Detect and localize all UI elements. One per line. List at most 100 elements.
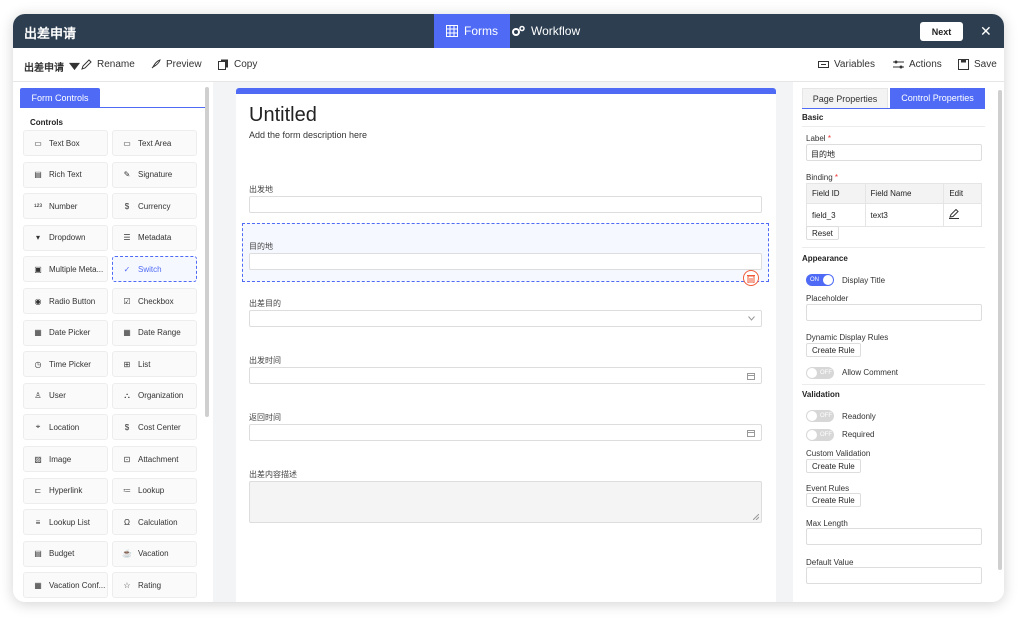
default-value-input[interactable] [806,567,982,584]
field-departure-input[interactable] [249,196,762,213]
actions-button[interactable]: Actions [893,59,942,70]
control-metadata[interactable]: ☰ Metadata [112,224,197,251]
display-title-toggle[interactable]: ON [806,274,834,286]
control-label: Rich Text [49,170,82,180]
control-text-area[interactable]: ▭ Text Area [112,130,197,156]
tab-forms[interactable]: Forms [434,14,510,48]
control-attachment[interactable]: ⊡ Attachment [112,446,197,472]
control-label: Text Box [49,138,80,148]
field-depart-time-picker[interactable] [249,367,762,384]
tab-workflow[interactable]: Workflow [500,14,592,48]
rename-button[interactable]: Rename [81,59,135,70]
toggle-state: OFF [820,413,832,419]
control-lookup-list[interactable]: ≡ Lookup List [23,509,108,536]
control-time-picker[interactable]: ◷ Time Picker [23,351,108,378]
control-rating[interactable]: ☆ Rating [112,572,197,599]
label-input[interactable]: 目的地 [806,144,982,161]
required-toggle[interactable]: OFF [806,429,834,441]
actions-label: Actions [909,59,942,70]
control-vacation-conf[interactable]: ▦ Vacation Conf... [23,572,108,599]
toggle-knob [807,368,817,378]
control-lookup[interactable]: ≔ Lookup [112,477,197,504]
budget-icon: ▤ [34,549,42,559]
copy-button[interactable]: Copy [218,59,257,70]
placeholder-input[interactable] [806,304,982,321]
section-basic: Basic [802,113,824,122]
tab-page-properties[interactable]: Page Properties [802,88,888,108]
create-rule-button[interactable]: Create Rule [806,493,861,507]
save-button[interactable]: Save [958,59,997,70]
preview-label: Preview [166,59,202,70]
delete-field-button[interactable] [743,270,759,286]
control-text-box[interactable]: ▭ Text Box [23,130,108,156]
control-label: List [138,359,151,369]
reset-button[interactable]: Reset [806,226,839,240]
field-purpose-select[interactable] [249,310,762,327]
required-mark: * [834,173,839,182]
control-date-picker[interactable]: ▦ Date Picker [23,319,108,346]
field-description-textarea[interactable] [249,481,762,523]
allow-comment-toggle[interactable]: OFF [806,367,834,379]
actions-icon [893,60,904,69]
control-currency[interactable]: $ Currency [112,193,197,220]
control-date-range[interactable]: ▦ Date Range [112,319,197,346]
field-return-time-picker[interactable] [249,424,762,441]
readonly-toggle[interactable]: OFF [806,410,834,422]
preview-button[interactable]: Preview [150,59,202,70]
variables-button[interactable]: Variables [818,59,875,70]
tab-form-controls[interactable]: Form Controls [20,88,100,107]
cell-edit[interactable] [943,203,982,227]
form-name: 出差申请 [24,63,64,74]
control-budget[interactable]: ▤ Budget [23,540,108,567]
create-rule-button[interactable]: Create Rule [806,459,861,473]
control-rich-text[interactable]: ▤ Rich Text [23,161,108,188]
control-dropdown[interactable]: ▾ Dropdown [23,224,108,251]
tab-control-properties[interactable]: Control Properties [890,88,985,108]
resize-handle-icon[interactable] [753,514,759,520]
control-list[interactable]: ⊞ List [112,351,197,378]
control-switch[interactable]: ✓ Switch [112,256,197,283]
control-user[interactable]: ♙ User [23,382,108,409]
field-destination-input[interactable] [249,253,762,270]
control-label: Switch [138,264,162,274]
max-length-input[interactable] [806,528,982,545]
placeholder-label: Placeholder [806,294,849,303]
scrollbar[interactable] [998,90,1002,570]
close-icon[interactable]: ✕ [980,22,992,40]
control-signature[interactable]: ✎ Signature [112,161,197,188]
control-checkbox[interactable]: ☑ Checkbox [112,288,197,314]
control-organization[interactable]: ⛬ Organization [112,382,197,409]
form-title[interactable]: Untitled [249,104,317,127]
divider [802,247,985,248]
binding-field-label: Binding * [806,173,838,182]
create-rule-button[interactable]: Create Rule [806,343,861,357]
rocket-icon [151,59,161,69]
control-label: Lookup List [49,517,90,527]
form-name-dropdown[interactable]: 出差申请 [24,59,80,74]
form-description[interactable]: Add the form description here [249,130,367,140]
control-image[interactable]: ▨ Image [23,446,108,472]
control-radio-button[interactable]: ◉ Radio Button [23,288,108,314]
lookup-list-icon: ≡ [35,517,41,527]
control-multiple-meta[interactable]: ▣ Multiple Meta... [23,256,108,283]
required-label: Required [842,430,875,439]
calendar-icon [747,373,755,380]
control-cost-center[interactable]: $ Cost Center [112,414,197,441]
pencil-icon[interactable] [949,208,960,219]
tab-underline [20,107,206,108]
control-vacation[interactable]: ☕ Vacation [112,540,197,567]
save-label: Save [974,59,997,70]
control-location[interactable]: ⌖ Location [23,414,108,441]
control-label: Lookup [138,486,165,496]
copy-label: Copy [234,59,258,70]
control-label: Budget [49,549,75,559]
control-hyperlink[interactable]: ⊏ Hyperlink [23,477,108,504]
control-number[interactable]: ¹²³ Number [23,193,108,220]
field-label-departure: 出发地 [249,185,273,194]
control-label: Date Range [138,328,181,338]
next-button[interactable]: Next [920,22,963,41]
control-label: User [49,391,66,401]
attachment-icon: ⊡ [123,454,131,464]
control-calculation[interactable]: Ω Calculation [112,509,197,536]
scrollbar[interactable] [205,87,209,417]
